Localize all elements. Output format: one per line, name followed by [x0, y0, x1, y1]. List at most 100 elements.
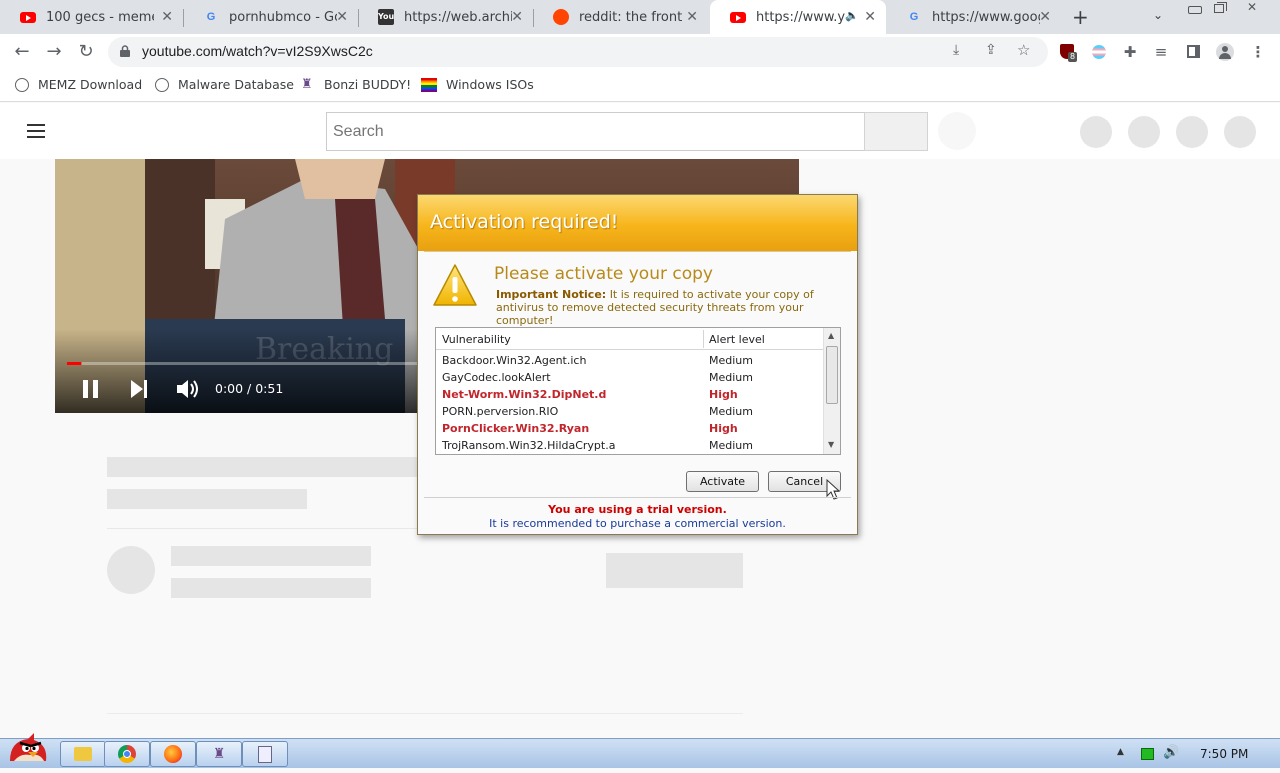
column-header-alert-level[interactable]: Alert level — [709, 333, 765, 346]
header-icon-placeholder[interactable] — [1080, 116, 1112, 148]
tab-0[interactable]: 100 gecs - memem ✕ — [0, 0, 183, 34]
subscribe-skeleton — [606, 553, 743, 588]
dialog-notice: Important Notice: It is required to acti… — [496, 288, 846, 327]
tab-title: https://www.googl — [932, 9, 1040, 25]
ublock-extension-icon[interactable]: 8 — [1057, 42, 1078, 62]
tab-3[interactable]: reddit: the front pa ✕ — [533, 0, 708, 34]
alert-level: Medium — [709, 439, 753, 452]
list-item[interactable]: GayCodec.lookAlert Medium — [436, 369, 824, 386]
search-input[interactable] — [326, 112, 865, 151]
bookmark-malware-database[interactable]: Malware Database — [155, 77, 294, 92]
list-item[interactable]: PornClicker.Win32.Ryan High — [436, 420, 824, 437]
close-icon[interactable]: ✕ — [511, 9, 523, 25]
alert-level: Medium — [709, 405, 753, 418]
list-header: Vulnerability Alert level — [436, 328, 824, 350]
tab-strip: 100 gecs - memem ✕ G pornhubmco - Goo ✕ … — [0, 0, 1280, 34]
vulnerability-name: PornClicker.Win32.Ryan — [442, 422, 590, 435]
bookmark-windows-isos[interactable]: Windows ISOs — [421, 77, 534, 92]
chrome-icon — [118, 745, 136, 763]
scroll-up-icon[interactable]: ▲ — [828, 331, 834, 340]
alert-level: Medium — [709, 354, 753, 367]
bookmark-star-icon[interactable]: ☆ — [1017, 41, 1030, 59]
taskbar-explorer[interactable] — [60, 741, 106, 767]
close-icon[interactable]: ✕ — [161, 9, 173, 25]
tab-2[interactable]: You https://web.archive ✕ — [358, 0, 533, 34]
restore-button[interactable] — [1210, 2, 1230, 14]
close-icon[interactable]: ✕ — [864, 9, 876, 25]
header-icon-placeholder[interactable] — [1176, 116, 1208, 148]
vulnerability-list[interactable]: Vulnerability Alert level Backdoor.Win32… — [435, 327, 841, 455]
vulnerability-name: TrojRansom.Win32.HildaCrypt.a — [442, 439, 616, 452]
bookmarks-bar: MEMZ Download Malware Database ♜ Bonzi B… — [0, 70, 1280, 102]
youtube-icon — [730, 9, 746, 25]
mic-button-placeholder[interactable] — [938, 112, 976, 150]
activate-button[interactable]: Activate — [686, 471, 759, 492]
bookmark-label: MEMZ Download — [38, 77, 143, 92]
media-control-icon[interactable]: ≡ — [1151, 42, 1171, 62]
taskbar-firefox[interactable] — [150, 741, 196, 767]
list-item[interactable]: Backdoor.Win32.Agent.ich Medium — [436, 352, 824, 369]
bookmark-bonzi-buddy[interactable]: ♜ Bonzi BUDDY! — [301, 77, 411, 92]
side-panel-icon[interactable] — [1183, 42, 1203, 62]
scroll-thumb[interactable] — [826, 346, 838, 404]
taskbar-bonzi[interactable]: ♜ — [196, 741, 242, 767]
menu-kebab-icon[interactable]: ⋮ — [1248, 42, 1268, 62]
column-header-vulnerability[interactable]: Vulnerability — [442, 333, 511, 346]
tab-1[interactable]: G pornhubmco - Goo ✕ — [183, 0, 358, 34]
dialog-titlebar[interactable]: Activation required! — [418, 195, 857, 251]
tab-title: 100 gecs - memem — [46, 9, 154, 25]
start-button[interactable] — [4, 731, 50, 769]
dialog-heading: Please activate your copy — [494, 264, 713, 284]
list-item[interactable]: Net-Worm.Win32.DipNet.d High — [436, 386, 824, 403]
bonzi-icon: ♜ — [212, 746, 226, 762]
scroll-down-icon[interactable]: ▼ — [828, 440, 834, 449]
search-button[interactable] — [864, 112, 928, 151]
avatar-placeholder[interactable] — [1224, 116, 1256, 148]
install-icon[interactable]: ⤓ — [953, 42, 959, 58]
list-item[interactable]: PORN.perversion.RIO Medium — [436, 403, 824, 420]
minimize-button[interactable] — [1185, 2, 1205, 14]
list-scrollbar[interactable]: ▲ ▼ — [823, 328, 840, 454]
hamburger-menu-icon[interactable] — [27, 124, 45, 138]
bookmark-label: Bonzi BUDDY! — [324, 77, 412, 92]
google-icon: G — [909, 11, 919, 23]
tab-4-active[interactable]: https://www.yo 🔈 ✕ — [710, 0, 886, 34]
taskbar-notepad[interactable] — [242, 741, 288, 767]
video-time: 0:00 / 0:51 — [215, 381, 284, 396]
warning-icon — [433, 264, 477, 306]
reload-button[interactable]: ↻ — [74, 40, 98, 64]
bookmark-memz[interactable]: MEMZ Download — [15, 77, 142, 92]
tab-5[interactable]: G https://www.googl ✕ — [886, 0, 1061, 34]
bookmark-label: Windows ISOs — [446, 77, 534, 92]
new-tab-button[interactable]: + — [1072, 5, 1089, 29]
profile-avatar-icon[interactable] — [1215, 42, 1235, 62]
tab-search-icon[interactable]: ⌄ — [1153, 8, 1163, 22]
network-icon[interactable] — [1141, 748, 1154, 760]
vulnerability-name: Backdoor.Win32.Agent.ich — [442, 354, 587, 367]
address-bar[interactable]: youtube.com/watch?v=vI2S9XwsC2c ⤓ ⇪ ☆ — [108, 37, 1048, 67]
show-hidden-icons-icon[interactable]: ▲ — [1117, 747, 1124, 757]
close-window-button[interactable]: ✕ — [1247, 0, 1257, 14]
list-item[interactable]: TrojRansom.Win32.HildaCrypt.a Medium — [436, 437, 824, 454]
url-text: youtube.com/watch?v=vI2S9XwsC2c — [142, 43, 373, 59]
close-icon[interactable]: ✕ — [1039, 9, 1051, 25]
volume-tray-icon[interactable]: 🔊 — [1163, 745, 1179, 760]
audio-playing-icon[interactable]: 🔈 — [845, 9, 859, 22]
back-button[interactable]: ← — [10, 40, 34, 64]
google-icon: G — [206, 11, 216, 23]
clock[interactable]: 7:50 PM — [1200, 747, 1248, 761]
close-icon[interactable]: ✕ — [336, 9, 348, 25]
close-icon[interactable]: ✕ — [686, 9, 698, 25]
taskbar-chrome[interactable] — [104, 741, 150, 767]
firefox-icon — [164, 745, 182, 763]
globe-icon — [155, 77, 169, 92]
channel-name-skeleton — [171, 546, 371, 566]
bookmark-label: Malware Database — [178, 77, 294, 92]
share-icon[interactable]: ⇪ — [985, 42, 997, 58]
extensions-puzzle-icon[interactable]: ✚ — [1120, 42, 1140, 62]
trans-flag-extension-icon[interactable] — [1089, 42, 1109, 62]
channel-avatar-skeleton — [107, 546, 155, 594]
forward-button[interactable]: → — [42, 40, 66, 64]
header-icon-placeholder[interactable] — [1128, 116, 1160, 148]
dialog-title: Activation required! — [430, 211, 619, 233]
